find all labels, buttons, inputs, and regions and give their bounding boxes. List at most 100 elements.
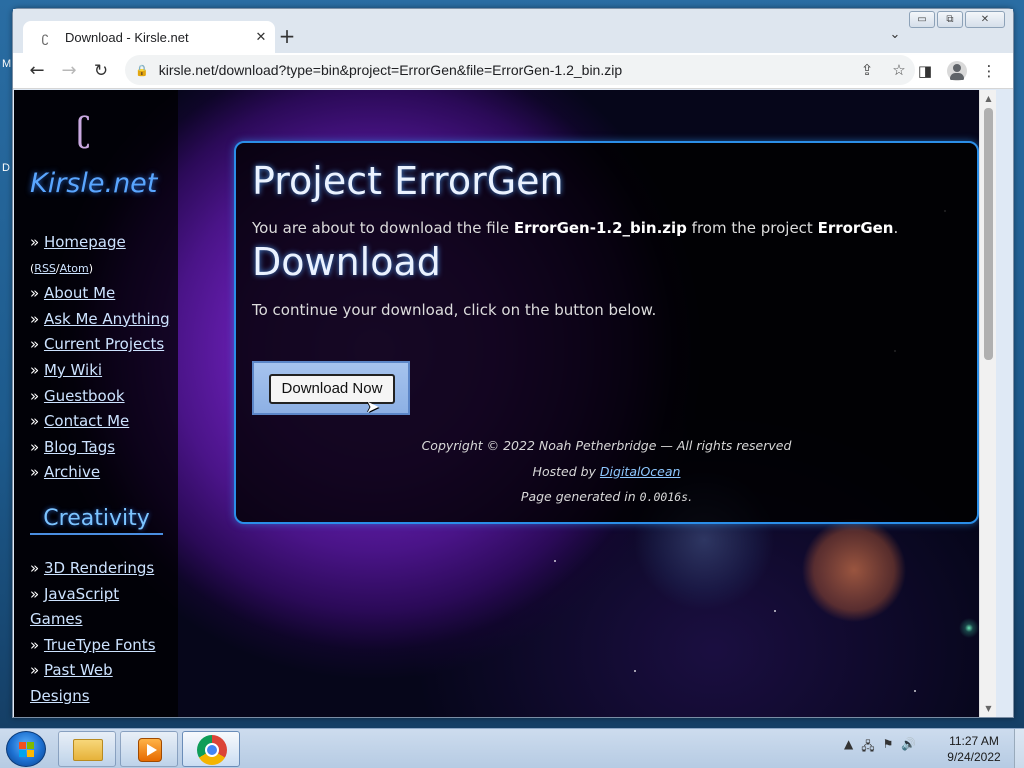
minimize-button[interactable]: ▭ — [909, 11, 935, 28]
nav-item-homepage: » Homepage — [30, 233, 126, 251]
nav-link-about[interactable]: About Me — [44, 284, 115, 302]
intro-suffix: . — [893, 219, 899, 237]
nav-item-wiki: » My Wiki — [30, 360, 103, 379]
intro-middle: from the project — [686, 219, 818, 237]
browser-window: ʗ Download - Kirsle.net ✕ + ⌄ ▭ ⧉ ✕ ← → … — [12, 8, 1014, 718]
lock-icon[interactable]: 🔒 — [135, 64, 149, 77]
nav-link-wiki[interactable]: My Wiki — [44, 361, 102, 379]
nav-item-ask: » Ask Me Anything — [30, 309, 170, 328]
nav-link-archive[interactable]: Archive — [44, 463, 100, 481]
download-button-frame: Download Now ➤ — [252, 361, 410, 416]
forward-arrow-icon[interactable]: → — [53, 57, 85, 85]
main-content-panel: Project ErrorGen You are about to downlo… — [234, 141, 979, 524]
kirsle-favicon-icon: ʗ — [41, 29, 49, 45]
nav-link-ask[interactable]: Ask Me Anything — [44, 310, 170, 328]
digitalocean-link[interactable]: DigitalOcean — [600, 464, 681, 479]
scrollbar-thumb[interactable] — [984, 108, 993, 360]
taskbar-explorer-button[interactable] — [58, 731, 116, 767]
action-center-flag-icon[interactable]: ⚑ — [883, 737, 894, 758]
volume-icon[interactable]: 🔊 — [901, 737, 916, 758]
share-icon[interactable]: ⇪ — [851, 61, 883, 79]
url-text[interactable]: kirsle.net/download?type=bin&project=Err… — [159, 62, 851, 78]
taskbar-clock[interactable]: 11:27 AM 9/24/2022 — [936, 733, 1012, 765]
taskbar: ▲ 🖧 ⚑ 🔊 11:27 AM 9/24/2022 — [0, 728, 1024, 768]
nav-link-tags[interactable]: Blog Tags — [44, 438, 115, 456]
nav-link-projects[interactable]: Current Projects — [44, 335, 164, 353]
nav-item-projects: » Current Projects — [30, 335, 165, 354]
creativity-list: » 3D Renderings » JavaScript Games » Tru… — [30, 556, 175, 710]
close-window-button[interactable]: ✕ — [965, 11, 1005, 28]
link-javascript-games[interactable]: JavaScript Games — [30, 585, 119, 629]
taskbar-media-player-button[interactable] — [120, 731, 178, 767]
media-player-icon — [138, 738, 162, 762]
address-bar[interactable]: 🔒 kirsle.net/download?type=bin&project=E… — [125, 55, 915, 85]
nav-item-contact: » Contact Me — [30, 412, 130, 431]
reload-icon[interactable]: ↻ — [85, 57, 117, 85]
file-name: ErrorGen-1.2_bin.zip — [513, 219, 687, 237]
page-footer: Copyright © 2022 Noah Petherbridge — All… — [236, 433, 977, 511]
creativity-item: » 3D Renderings — [30, 559, 155, 577]
tab-close-icon[interactable]: ✕ — [247, 29, 275, 45]
nav-item-about: » About Me — [30, 284, 116, 303]
project-name: ErrorGen — [817, 219, 894, 237]
back-arrow-icon[interactable]: ← — [21, 57, 53, 85]
link-past-web-designs[interactable]: Past Web Designs — [30, 661, 113, 705]
site-logo-icon[interactable]: ʗ — [76, 110, 90, 150]
tray-expand-icon[interactable]: ▲ — [844, 737, 853, 758]
network-icon[interactable]: 🖧 — [861, 737, 874, 758]
desktop-icon-fragment: M — [2, 58, 12, 70]
clock-date: 9/24/2022 — [947, 750, 1001, 764]
creativity-item: » JavaScript Games — [30, 584, 120, 629]
toolbar-right: ◨ ⋮ — [909, 57, 1005, 85]
hosted-by-line: Hosted by DigitalOcean — [236, 459, 977, 485]
tab-search-chevron-icon[interactable]: ⌄ — [885, 27, 905, 47]
show-desktop-button[interactable] — [1014, 729, 1024, 768]
link-truetype-fonts[interactable]: TrueType Fonts — [44, 636, 156, 654]
creativity-item: » TrueType Fonts — [30, 635, 156, 654]
star-dot — [634, 670, 636, 672]
creativity-item: » Past Web Designs — [30, 661, 113, 705]
nav-link-homepage[interactable]: Homepage — [44, 233, 126, 251]
tab-bar: ʗ Download - Kirsle.net ✕ + ⌄ ▭ ⧉ ✕ — [13, 9, 1013, 53]
page-title: Project ErrorGen — [252, 159, 564, 203]
download-instruction: To continue your download, click on the … — [252, 301, 657, 319]
scroll-up-arrow-icon[interactable]: ▲ — [980, 90, 996, 107]
taskbar-chrome-button[interactable] — [182, 731, 240, 767]
tab-active[interactable]: ʗ Download - Kirsle.net ✕ — [23, 21, 275, 53]
copyright-text: Copyright © 2022 Noah Petherbridge — All… — [421, 438, 792, 453]
star-dot — [914, 690, 916, 692]
rss-link[interactable]: RSS — [34, 262, 56, 275]
nav-list: » Homepage (RSS/Atom) » About Me » Ask M… — [30, 230, 175, 486]
mouse-cursor-icon: ➤ — [366, 397, 380, 416]
site-logo-text[interactable]: Kirsle.net — [30, 168, 157, 199]
nav-link-guestbook[interactable]: Guestbook — [44, 387, 125, 405]
feed-links: (RSS/Atom) — [30, 261, 94, 275]
star-dot — [774, 610, 776, 612]
download-heading: Download — [252, 240, 441, 284]
tab-title: Download - Kirsle.net — [65, 29, 189, 45]
nav-item-tags: » Blog Tags — [30, 437, 116, 456]
sidebar: ʗ Kirsle.net » Homepage (RSS/Atom) » Abo… — [14, 90, 178, 717]
link-3d-renderings[interactable]: 3D Renderings — [44, 559, 154, 577]
new-tab-button[interactable]: + — [275, 25, 299, 49]
vertical-scrollbar[interactable]: ▲ ▼ — [979, 90, 996, 717]
profile-icon[interactable] — [941, 57, 973, 85]
atom-link[interactable]: Atom — [60, 262, 89, 275]
clock-time: 11:27 AM — [949, 734, 999, 748]
section-heading-creativity: Creativity — [30, 506, 163, 535]
nav-link-contact[interactable]: Contact Me — [44, 412, 129, 430]
scroll-down-arrow-icon[interactable]: ▼ — [980, 700, 996, 717]
download-intro-text: You are about to download the file Error… — [252, 219, 898, 237]
system-tray: ▲ 🖧 ⚑ 🔊 — [844, 737, 916, 758]
chrome-icon — [197, 735, 227, 765]
kebab-menu-icon[interactable]: ⋮ — [973, 57, 1005, 85]
maximize-button[interactable]: ⧉ — [937, 11, 963, 28]
start-button[interactable] — [6, 731, 46, 767]
browser-toolbar: ← → ↻ 🔒 kirsle.net/download?type=bin&pro… — [13, 53, 1013, 89]
side-panel-icon[interactable]: ◨ — [909, 57, 941, 85]
hosted-prefix: Hosted by — [532, 463, 600, 479]
star-dot — [554, 560, 556, 562]
generated-prefix: Page generated in — [520, 489, 640, 504]
nav-item-guestbook: » Guestbook — [30, 386, 125, 405]
intro-prefix: You are about to download the file — [252, 219, 514, 237]
